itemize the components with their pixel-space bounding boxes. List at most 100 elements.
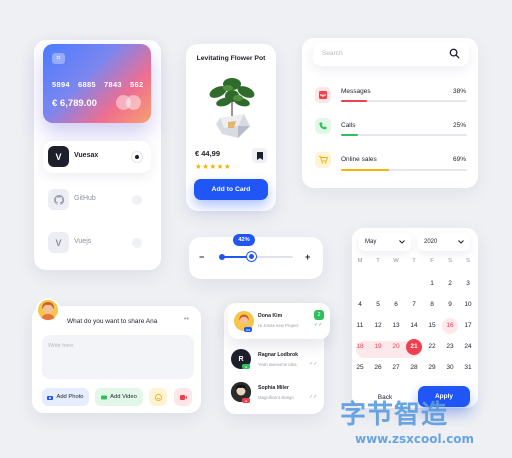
calendar-day[interactable]: 2: [442, 276, 458, 292]
card-number-group: 7843: [104, 80, 122, 89]
chat-name: Dona Kim: [258, 313, 283, 319]
calendar-day[interactable]: 1: [424, 276, 440, 292]
calendar-day[interactable]: 6: [388, 297, 404, 313]
calendar-day[interactable]: 17: [460, 318, 476, 334]
calendar-day[interactable]: 14: [406, 318, 422, 334]
credit-card[interactable]: ⌗ 5894 6885 7843 562 € 6,789.00: [43, 44, 151, 123]
avatar: [36, 298, 60, 322]
year-select[interactable]: 2020: [418, 233, 470, 251]
calendar-day[interactable]: 11: [352, 318, 368, 334]
increase-button[interactable]: +: [305, 252, 310, 262]
read-check-icon: ✓✓: [309, 394, 318, 400]
cart-icon: [315, 152, 331, 168]
stat-label-messages: Messages: [341, 88, 371, 95]
search-placeholder: Search: [322, 50, 343, 57]
month-value: May: [365, 239, 377, 245]
radio-selected[interactable]: [132, 152, 142, 162]
github-icon: [48, 189, 69, 210]
product-price: € 44,99: [195, 149, 221, 158]
chat-message: Hi Jonas new Project: [258, 323, 299, 328]
online-badge: ●: [242, 364, 250, 369]
weekday-label: T: [376, 258, 380, 264]
weekday-label: S: [466, 258, 470, 264]
read-check-icon: ✓✓: [314, 322, 323, 328]
chat-item-active[interactable]: ●● Dona Kim Hi Jonas new Project 2 ✓✓: [228, 303, 330, 339]
phone-icon: [315, 118, 331, 134]
search-icon[interactable]: [449, 48, 460, 59]
decrease-button[interactable]: −: [199, 252, 204, 262]
emoji-button[interactable]: [149, 388, 167, 406]
calendar-day[interactable]: 27: [388, 360, 404, 376]
radio-unselected[interactable]: [132, 195, 142, 205]
card-number-group: 562: [130, 80, 144, 89]
calendar-day[interactable]: 4: [352, 297, 368, 313]
account-label: Vuesax: [74, 152, 99, 159]
weekday-label: T: [412, 258, 416, 264]
bookmark-icon[interactable]: [252, 148, 267, 163]
weekday-label: F: [430, 258, 434, 264]
calendar-day[interactable]: 15: [424, 318, 440, 334]
stat-value-calls: 25%: [452, 122, 466, 129]
account-row-vuesax[interactable]: V Vuesax: [43, 141, 151, 173]
calendar-day-highlight[interactable]: 16: [442, 318, 458, 334]
calendar-day[interactable]: 12: [370, 318, 386, 334]
calendar-day-selected[interactable]: 21: [406, 339, 422, 355]
unread-badge: 2: [314, 310, 324, 320]
calendar-day[interactable]: 13: [388, 318, 404, 334]
calendar-day-in-range[interactable]: 19: [370, 339, 386, 355]
calendar-day[interactable]: 24: [460, 339, 476, 355]
weekday-label: S: [448, 258, 452, 264]
radio-unselected[interactable]: [132, 238, 142, 248]
calendar-day[interactable]: 31: [460, 360, 476, 376]
calendar-day[interactable]: 23: [442, 339, 458, 355]
calendar-day[interactable]: 30: [442, 360, 458, 376]
card-number-group: 5894: [52, 80, 70, 89]
account-row-vuejs[interactable]: V Vuejs: [43, 227, 151, 259]
stat-progress-messages: [341, 100, 467, 102]
calendar-day[interactable]: 26: [370, 360, 386, 376]
calendar-day[interactable]: 9: [442, 297, 458, 313]
add-video-label: Add Video: [110, 394, 137, 400]
calendar-day[interactable]: 10: [460, 297, 476, 313]
slider-start-dot: [219, 254, 225, 260]
slider-panel: [189, 237, 323, 279]
card-chip-icon: ⌗: [52, 53, 65, 64]
video-icon: [101, 395, 108, 399]
product-card: Levitating Flower Pot € 44,99 ★★★★★ Add …: [186, 44, 276, 211]
add-to-cart-button[interactable]: Add to Card: [194, 179, 268, 200]
more-options-icon[interactable]: ••: [184, 316, 189, 323]
calendar-day[interactable]: 7: [406, 297, 422, 313]
calendar-day[interactable]: 5: [370, 297, 386, 313]
card-brand-circle: [126, 95, 141, 110]
slider-value-tooltip: 42%: [233, 234, 255, 246]
share-placeholder: Write here: [48, 343, 74, 349]
progress-fill: [341, 169, 389, 171]
add-video-button[interactable]: Add Video: [95, 388, 143, 406]
calendar-day-in-range[interactable]: 18: [352, 339, 368, 355]
calendar-day[interactable]: 29: [424, 360, 440, 376]
read-check-icon: ✓✓: [309, 361, 318, 367]
stat-value-messages: 38%: [452, 88, 466, 95]
weekday-label: M: [357, 258, 363, 264]
calendar-day[interactable]: 8: [424, 297, 440, 313]
inbox-icon: [315, 87, 331, 103]
month-select[interactable]: May: [359, 233, 411, 251]
calendar-day[interactable]: 22: [424, 339, 440, 355]
stat-label-calls: Calls: [341, 122, 356, 129]
add-photo-label: Add Photo: [56, 394, 84, 400]
chevron-down-icon: [399, 240, 405, 244]
search-input[interactable]: Search: [313, 42, 469, 66]
account-label: GitHub: [74, 195, 96, 202]
calendar-day[interactable]: 3: [460, 276, 476, 292]
stat-label-online-sales: Online sales: [341, 156, 377, 163]
calendar-day[interactable]: 28: [406, 360, 422, 376]
live-button[interactable]: [174, 388, 192, 406]
share-textarea[interactable]: Write here: [42, 335, 194, 379]
watermark-text: 字节智造: [340, 400, 449, 430]
calendar-day-in-range[interactable]: 20: [388, 339, 404, 355]
progress-fill: [341, 134, 359, 136]
calendar-day[interactable]: 25: [352, 360, 368, 376]
add-photo-button[interactable]: Add Photo: [42, 388, 89, 406]
account-row-github[interactable]: GitHub: [43, 184, 151, 216]
vuejs-logo-icon: V: [48, 232, 69, 253]
